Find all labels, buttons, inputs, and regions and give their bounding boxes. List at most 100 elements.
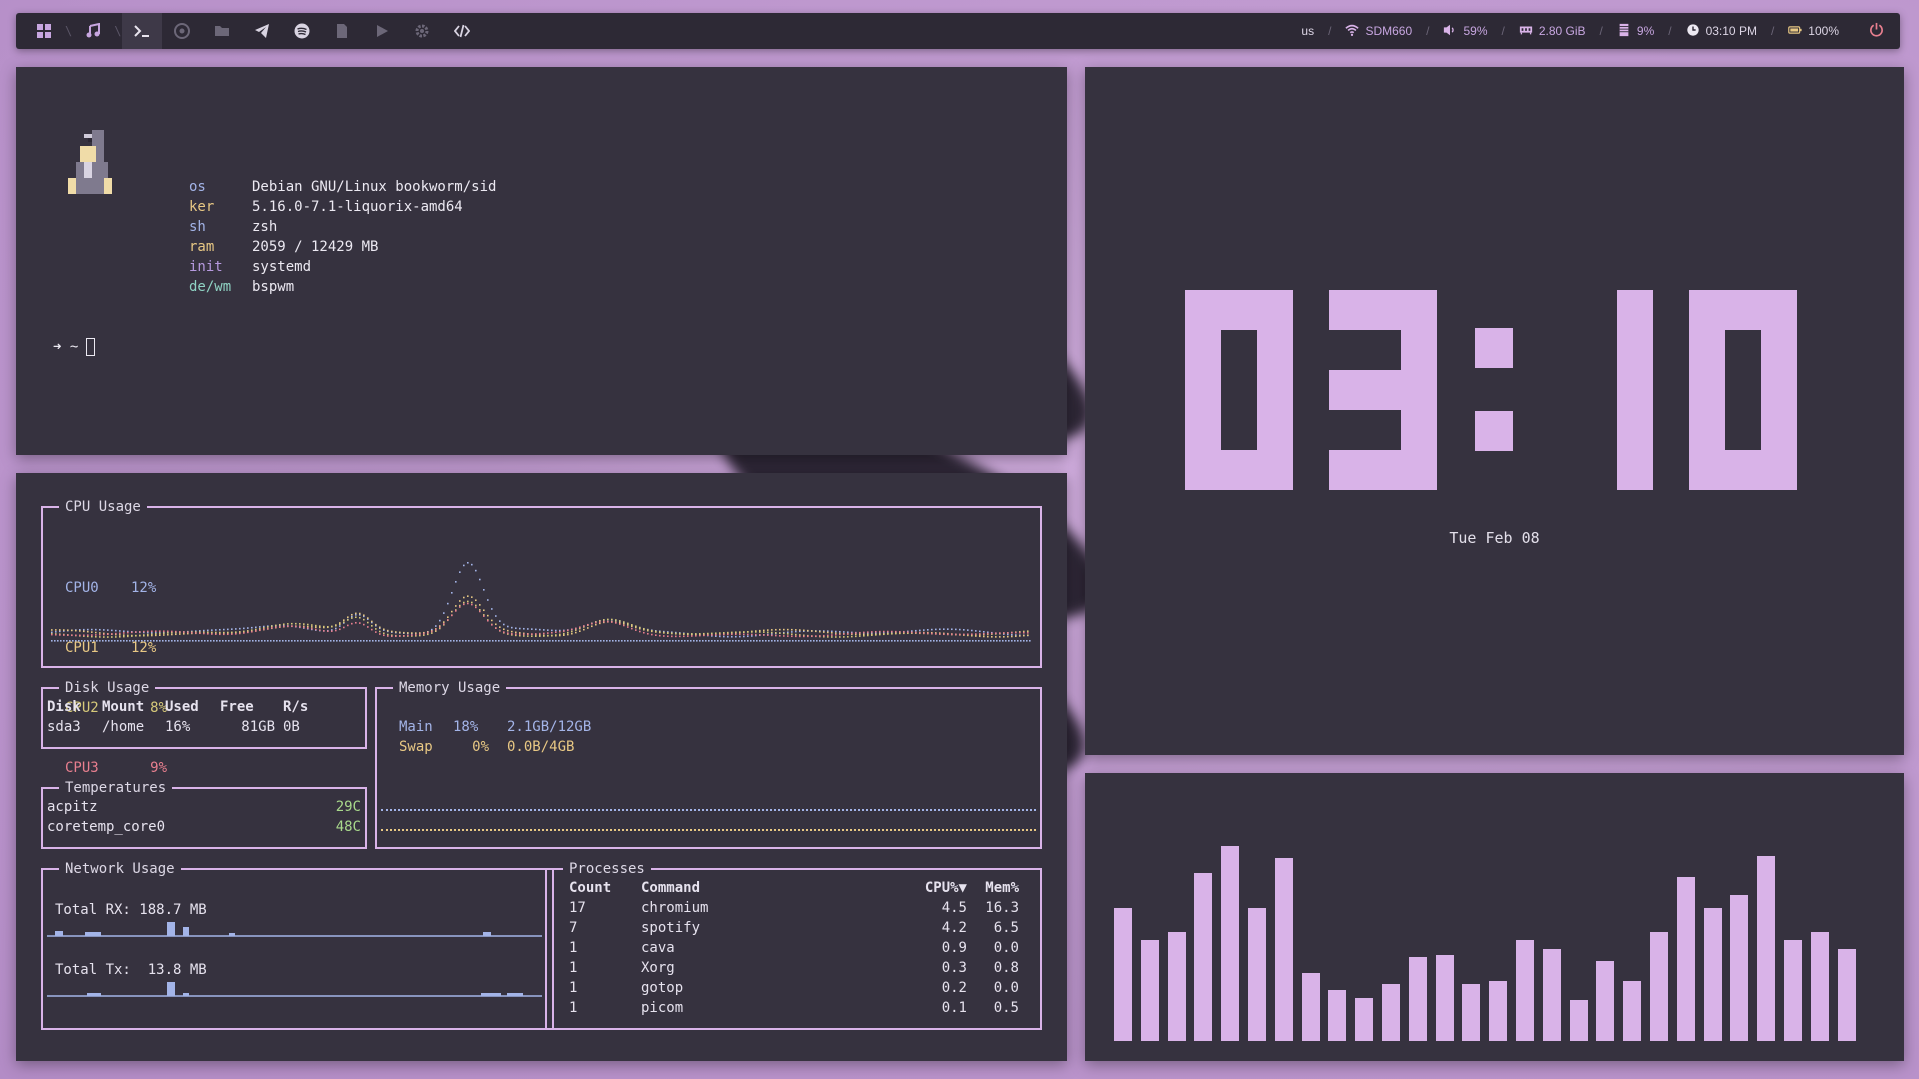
cpu-graph-baseline-dot [612,640,614,642]
cpu-graph-dot [1023,631,1025,634]
cpu-graph-dot [791,633,793,635]
cpu-graph-baseline-dot [855,640,857,642]
cpu-graph-dot [631,624,633,626]
document-icon[interactable] [322,13,362,49]
terminal-icon[interactable] [122,13,163,49]
cpu-status[interactable]: 9% [1617,23,1654,40]
cpu-graph-dot [155,630,157,633]
cpu-graph-dot [607,618,609,621]
cpu-graph-dot [815,635,817,637]
music-note-icon[interactable] [73,13,113,49]
cpu-graph-baseline-dot [663,640,665,642]
cpu-graph-baseline-dot [582,640,584,642]
disk-col-header: R/s [283,699,309,715]
code-icon[interactable] [442,13,482,49]
cpu-graph-baseline-dot [633,640,635,642]
cpu-graph-dot [775,628,777,631]
cpu-graph-baseline-dot [864,640,866,642]
cpu-graph-dot [1027,630,1029,632]
cpu-graph-dot [531,635,533,637]
cpu-graph-dot [251,629,253,632]
cpu-graph-baseline-dot [99,640,101,642]
shell-prompt[interactable]: ➜ ~ [53,338,96,356]
process-col-header[interactable]: Command [641,878,907,898]
process-col-header[interactable]: CPU%▼ [907,878,967,898]
cpu-graph-baseline-dot [993,640,995,642]
cpu-graph-baseline-dot [807,640,809,642]
processes-title: Processes [563,860,651,878]
table-row[interactable]: 1 gotop 0.2 0.0 [569,978,1019,998]
cpu-graph-baseline-dot [657,640,659,642]
cpu-graph-baseline-dot [603,640,605,642]
cpu-graph-baseline-dot [264,640,266,642]
date-label: Tue Feb 08 [1449,529,1540,547]
windows-icon[interactable] [24,13,64,49]
visualizer-bar [1355,998,1374,1041]
cpu-graph-dot [203,632,205,635]
cpu-graph-baseline-dot [912,640,914,642]
cpu-graph-baseline-dot [360,640,362,642]
cpu-graph-baseline-dot [471,640,473,642]
wifi-status[interactable]: SDM660 [1345,23,1412,40]
cpu-graph-baseline-dot [858,640,860,642]
cpu-graph-dot [103,629,105,631]
clock-status[interactable]: 03:10 PM [1686,23,1757,40]
process-col-header[interactable]: Mem% [967,878,1019,898]
cpu-graph-dot [1023,634,1025,637]
cpu-graph-dot [615,619,617,621]
table-row[interactable]: 7 spotify 4.2 6.5 [569,918,1019,938]
cpu-graph-dot [743,631,745,633]
table-row[interactable]: 1 Xorg 0.3 0.8 [569,958,1019,978]
cpu-graph-dot [371,620,373,623]
power-icon[interactable] [1869,22,1884,40]
cpu-graph-dot [731,633,733,636]
table-row[interactable]: 17 chromium 4.5 16.3 [569,898,1019,918]
cpu-graph-baseline-dot [519,640,521,642]
cpu-graph-baseline-dot [96,640,98,642]
chrome-icon[interactable] [162,13,202,49]
cpu-graph-dot [363,614,365,617]
battery-status[interactable]: 100% [1788,23,1839,40]
system-monitor-window[interactable]: CPU Usage CPU0 12% CPU1 12% CPU2 8% CPU3 9% … [16,473,1067,1061]
cpu-graph-dot [519,627,521,630]
cpu-graph-dot [195,632,197,634]
cpu-graph-baseline-dot [228,640,230,642]
cpu-graph-dot [967,633,969,636]
volume-status[interactable]: 59% [1443,23,1488,40]
table-row[interactable]: 1 picom 0.1 0.5 [569,998,1019,1018]
cpu-graph-dot [723,635,725,638]
table-row[interactable]: 1 cava 0.9 0.0 [569,938,1019,958]
process-cell: 16.3 [985,900,1019,916]
cpu-graph-dot [799,634,801,636]
cpu-graph-dot [339,625,341,627]
spotify-icon[interactable] [282,13,322,49]
cpu-graph-baseline-dot [750,640,752,642]
cpu-graph-baseline-dot [756,640,758,642]
cpu-graph-dot [415,632,417,634]
cpu-graph-baseline-dot [174,640,176,642]
cpu-graph-dot [143,630,145,633]
cpu-graph-baseline-dot [840,640,842,642]
cpu-graph-dot [547,629,549,631]
play-icon[interactable] [362,13,402,49]
telegram-icon[interactable] [242,13,282,49]
cpu-graph-dot [807,635,809,638]
keyboard-layout[interactable]: us [1301,24,1314,38]
cpu-graph-dot [931,632,933,635]
visualizer-bar [1274,858,1293,1041]
cpu-graph-dot [675,635,677,638]
cpu-graph-dot [735,631,737,634]
cpu-graph-baseline-dot [528,640,530,642]
process-col-header[interactable]: Count [569,878,641,898]
sensor-name: acpitz [47,799,98,815]
memory-status[interactable]: 2.80 GiB [1519,23,1586,40]
cpu-graph-dot [223,633,225,636]
terminal-window[interactable]: os Debian GNU/Linux bookworm/sid ker 5.16.… [16,67,1067,455]
cpu-graph-dot [615,622,617,624]
cpu-graph-baseline-dot [297,640,299,642]
folder-icon[interactable] [202,13,242,49]
gear-icon[interactable] [402,13,442,49]
sensor-temp: 48C [335,819,361,835]
volume-icon [1443,23,1457,40]
cpu-graph-dot [211,633,213,635]
